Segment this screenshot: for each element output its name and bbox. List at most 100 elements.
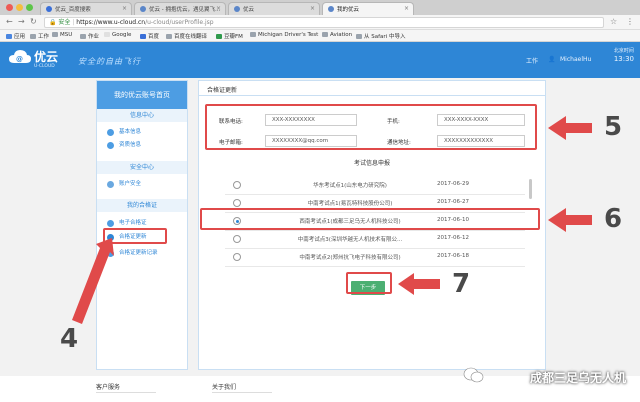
bookmark-item[interactable]: 百度在线翻译: [166, 32, 207, 40]
tab-close-icon[interactable]: ×: [216, 5, 221, 12]
header-clock: 北京时间 13:30: [613, 48, 634, 63]
highlight-selected-site: [200, 208, 540, 230]
bookmarks-bar: 应用 工作 MSU 作业 Google 百度 百度在线翻译 豆瓣FM Michi…: [0, 30, 640, 42]
forward-arrow-icon[interactable]: →: [18, 17, 25, 26]
shield-icon: [107, 181, 114, 188]
site-favicon-icon: [234, 6, 240, 12]
back-arrow-icon[interactable]: ←: [6, 17, 13, 26]
browser-tab[interactable]: 优云_百度搜索 ×: [40, 2, 132, 15]
baidu-favicon-icon: [46, 6, 52, 12]
sidebar-item-update-history[interactable]: 合格证更新记录: [105, 247, 181, 259]
douban-icon: [216, 34, 222, 39]
account-sidebar: 我的优云账号首页 信息中心 基本信息 资质信息 安全中心 账户安全 我的合格证 …: [96, 80, 188, 370]
user-icon: [107, 142, 114, 149]
url-host: https://www.u-cloud.cn: [76, 19, 146, 26]
site-header: @ 优云 U-CLOUD 安全的自由飞行 工作 👤 MichaelHu 北京时间…: [0, 42, 640, 78]
user-icon: [107, 129, 114, 136]
url-path: /u-cloud/userProfile.jsp: [145, 19, 214, 26]
exam-site-row[interactable]: 中南考试点3(深圳华越无人机技术有限公... 2017-06-12: [225, 231, 525, 249]
lock-icon: 🔒: [49, 19, 57, 26]
exam-site-row[interactable]: 华东考试点1(山东电力研究院) 2017-06-29: [225, 177, 525, 195]
user-icon: 👤: [548, 56, 556, 63]
site-slogan: 安全的自由飞行: [78, 57, 141, 66]
exam-site-name: 中南考试点1(易瓦特科技股份公司): [307, 201, 393, 207]
baidu-icon: [140, 34, 146, 39]
site-logo-subtext: U-CLOUD: [34, 64, 55, 69]
highlight-sidebar-update: [103, 228, 167, 244]
exam-site-name: 华东考试点1(山东电力研究院): [313, 183, 387, 189]
radio-button[interactable]: [233, 253, 241, 261]
footer-customer-service[interactable]: 客户服务: [96, 382, 120, 391]
step-number-7: 7: [452, 269, 471, 299]
url-field[interactable]: 🔒 安全 | https://www.u-cloud.cn/u-cloud/us…: [44, 17, 604, 28]
minimize-window-icon[interactable]: [16, 4, 23, 11]
step-number-5: 5: [604, 112, 623, 142]
exam-site-date: 2017-06-29: [437, 181, 469, 187]
exam-site-date: 2017-06-27: [437, 199, 469, 205]
svg-text:@: @: [16, 55, 23, 63]
browser-tab[interactable]: 优云 - 拥抱优云，遇见翼飞... ×: [134, 2, 226, 15]
tab-close-icon[interactable]: ×: [404, 5, 409, 12]
bookmark-item[interactable]: Google: [104, 32, 131, 38]
sidebar-section-info: 信息中心: [97, 109, 187, 122]
browser-tab[interactable]: 优云 ×: [228, 2, 320, 15]
page-icon: [250, 32, 256, 37]
sidebar-section-security: 安全中心: [97, 161, 187, 174]
sidebar-item-qualification[interactable]: 资质信息: [105, 139, 181, 151]
folder-icon: [356, 34, 362, 39]
google-icon: [104, 32, 110, 37]
divider: [96, 392, 156, 393]
folder-icon: [166, 34, 172, 39]
folder-icon: [30, 34, 36, 39]
exam-site-date: 2017-06-12: [437, 235, 469, 241]
sidebar-title[interactable]: 我的优云账号首页: [97, 81, 187, 109]
panel-title: 合格证更新: [207, 87, 238, 94]
sidebar-item-basic-info[interactable]: 基本信息: [105, 126, 181, 138]
bookmark-item[interactable]: Michigan Driver's Test: [250, 32, 318, 38]
exam-site-row[interactable]: 中南考试点2(郑州抗飞电子科技有限公司) 2017-06-18: [225, 249, 525, 267]
tab-close-icon[interactable]: ×: [122, 5, 127, 12]
bookmark-star-icon[interactable]: ☆: [610, 17, 617, 26]
footer-about-us[interactable]: 关于我们: [212, 382, 236, 391]
sidebar-item-account-security[interactable]: 账户安全: [105, 178, 181, 190]
bookmark-item[interactable]: 作业: [80, 32, 99, 40]
bookmark-item[interactable]: Aviation: [322, 32, 352, 38]
apps-icon: [6, 34, 12, 39]
browser-menu-icon[interactable]: ⋮: [626, 17, 634, 26]
radio-button[interactable]: [233, 199, 241, 207]
divider: [212, 392, 272, 393]
radio-button[interactable]: [233, 181, 241, 189]
radio-button[interactable]: [233, 235, 241, 243]
highlight-contact-fields: [205, 104, 537, 150]
highlight-next-button: [346, 272, 392, 294]
secure-label: 安全: [58, 19, 71, 26]
maximize-window-icon[interactable]: [26, 4, 33, 11]
bookmark-item[interactable]: 百度: [140, 32, 159, 40]
site-favicon-icon: [328, 6, 334, 12]
certificate-icon: [107, 220, 114, 227]
site-favicon-icon: [140, 6, 146, 12]
watermark-text: 成都三足乌无人机: [529, 371, 626, 385]
step-number-6: 6: [604, 204, 623, 234]
exam-site-name: 中南考试点2(郑州抗飞电子科技有限公司): [299, 255, 401, 261]
bookmark-item[interactable]: 应用: [6, 32, 25, 40]
bookmark-item[interactable]: MSU: [52, 32, 72, 38]
close-window-icon[interactable]: [6, 4, 13, 11]
folder-icon: [80, 34, 86, 39]
exam-section-title: 考试信息申报: [353, 160, 390, 167]
header-username[interactable]: MichaelHu: [560, 56, 591, 63]
list-scrollbar[interactable]: [529, 179, 532, 199]
wechat-logo-icon: [463, 367, 484, 383]
folder-icon: [52, 32, 58, 37]
header-link-work[interactable]: 工作: [526, 56, 538, 65]
bookmark-item[interactable]: 豆瓣FM: [216, 32, 243, 40]
reload-icon[interactable]: ↻: [30, 17, 37, 26]
bookmark-item[interactable]: 工作: [30, 32, 49, 40]
site-logo-text[interactable]: 优云: [34, 48, 58, 65]
browser-tab-bar: 优云_百度搜索 × 优云 - 拥抱优云，遇见翼飞... × 优云 × 我的优云 ×: [0, 0, 640, 15]
sidebar-section-certificate: 我的合格证: [97, 199, 187, 212]
browser-tab-active[interactable]: 我的优云 ×: [322, 2, 414, 15]
bookmark-item[interactable]: 从 Safari 中导入: [356, 32, 405, 40]
refresh-icon: [107, 250, 114, 257]
tab-close-icon[interactable]: ×: [310, 5, 315, 12]
